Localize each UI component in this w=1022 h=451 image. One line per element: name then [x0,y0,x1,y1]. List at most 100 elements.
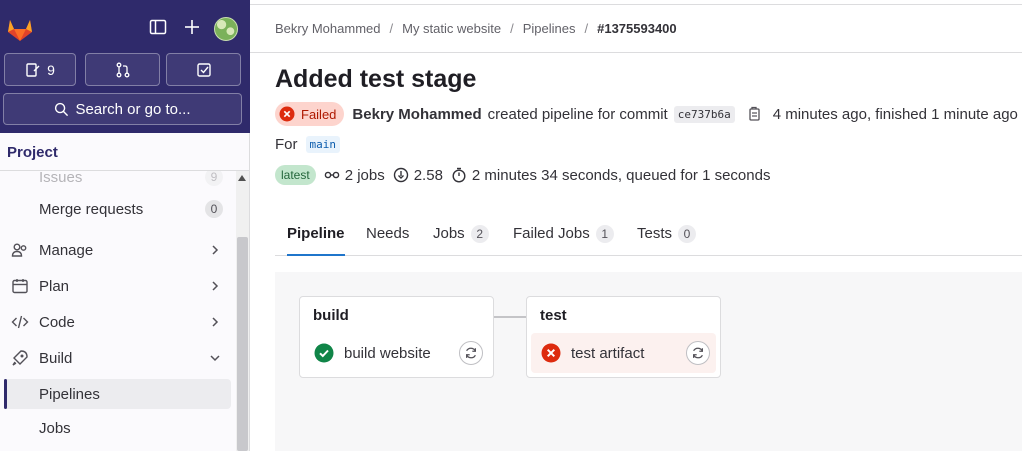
timer-icon [452,167,466,183]
issues-counter: 9 [47,61,55,78]
gitlab-logo-icon[interactable] [6,16,34,42]
breadcrumb-separator: / [584,21,589,36]
sidebar-item-label: Manage [39,241,94,259]
project-label: Project [7,144,58,161]
sidebar-toggle-icon[interactable] [148,17,168,37]
sidebar-item-merge-requests[interactable]: Merge requests 0 [4,194,231,224]
issues-count-badge: 9 [205,171,223,186]
breadcrumb-separator: / [389,21,394,36]
pipeline-info: Failed Bekry Mohammed created pipeline f… [275,101,1018,127]
merge-requests-button[interactable] [85,53,160,86]
breadcrumb-item[interactable]: My static website [402,21,501,36]
sidebar-item-plan[interactable]: Plan [4,271,231,301]
search-button[interactable]: Search or go to... [3,93,242,125]
copy-icon[interactable] [745,105,763,123]
jobs-count-meta: 2 jobs [324,167,385,184]
breadcrumb-separator: / [510,21,514,36]
stage-title: test [540,307,567,324]
gauge-icon [393,167,408,183]
sidebar-item-manage[interactable]: Manage [4,235,231,265]
sidebar-item-label: Jobs [39,419,71,437]
retry-icon [466,347,476,359]
score-value: 2.58 [413,166,443,184]
top-divider [250,4,1022,5]
pipeline-tabs: Pipeline Needs Jobs 2 Failed Jobs 1 Test… [275,212,1022,256]
scroll-up-arrow-icon[interactable] [238,175,246,181]
merge-requests-count-badge: 0 [205,200,223,218]
breadcrumb-item[interactable]: Bekry Mohammed [275,21,380,36]
rocket-icon [12,350,28,366]
pipeline-timing: 4 minutes ago, finished 1 minute ago [772,105,1018,123]
tab-label: Failed Jobs [513,225,590,242]
search-icon [55,102,69,116]
project-header: Project [0,133,249,171]
created-text: created pipeline for commit [487,105,668,123]
merge-request-icon [116,62,129,77]
stage-build: build build website [299,296,494,378]
tab-label: Pipeline [287,225,345,242]
tab-tests[interactable]: Tests 0 [637,212,697,255]
commit-sha[interactable]: ce737b6a [673,105,735,123]
breadcrumb-current[interactable]: #1375593400 [597,21,677,36]
sidebar-item-label: Pipelines [39,385,100,403]
chevron-down-icon [210,355,220,362]
chevron-right-icon [212,281,219,291]
sidebar-item-label: Build [39,349,73,367]
tab-label: Tests [637,225,673,242]
jobs-count: 2 jobs [344,166,385,184]
stage-test: test test artifact [526,296,721,378]
tab-needs[interactable]: Needs [366,212,409,255]
sidebar-item-label: Issues [39,171,83,186]
job-test-artifact[interactable]: test artifact [531,333,716,373]
pipeline-graph: build build website test test artifact [275,272,1022,451]
code-icon [11,315,29,329]
author-link[interactable]: Bekry Mohammed [352,106,481,123]
chevron-right-icon [212,317,219,327]
sidebar-nav: Issues 9 Merge requests 0 Manage Plan Co… [0,171,233,451]
gitlab-app: 9 Search or go to... Project Issues 9 Me… [0,0,1022,451]
breadcrumb: Bekry Mohammed / My static website / Pip… [275,21,677,36]
tab-pipeline[interactable]: Pipeline [287,212,345,256]
tab-count: 2 [470,224,489,243]
user-avatar[interactable] [214,17,238,41]
sidebar-item-code[interactable]: Code [4,307,231,337]
breadcrumb-divider [250,52,1022,53]
sidebar-top: 9 Search or go to... [0,0,250,133]
sidebar: 9 Search or go to... Project Issues 9 Me… [0,0,250,451]
todo-button[interactable] [166,53,241,86]
tab-count: 1 [595,224,614,243]
duration-text: 2 minutes 34 seconds, queued for 1 secon… [471,166,771,184]
calendar-icon [12,279,28,294]
sidebar-item-pipelines[interactable]: Pipelines [4,379,231,409]
tab-failed-jobs[interactable]: Failed Jobs 1 [513,212,614,255]
todo-icon [196,62,211,77]
latest-badge: latest [275,165,316,185]
status-failed-icon [279,106,295,122]
sidebar-item-label: Plan [39,277,70,295]
stage-connector [494,316,527,318]
sidebar-item-issues[interactable]: Issues 9 [4,171,231,192]
branch-link[interactable]: main [305,136,340,153]
job-build-website[interactable]: build website [304,333,489,373]
issues-icon [26,62,40,77]
sidebar-item-label: Code [39,313,75,331]
scrollbar-thumb[interactable] [237,237,248,451]
status-label: Failed [301,106,337,122]
status-failed-icon [541,343,561,363]
breadcrumb-item[interactable]: Pipelines [523,21,576,36]
sidebar-item-build[interactable]: Build [4,343,231,373]
plus-icon[interactable] [182,17,202,37]
branch-row: For main [275,136,340,153]
job-name: build website [344,344,431,362]
score-meta: 2.58 [393,167,443,184]
page-title: Added test stage [275,65,477,93]
issues-counter-button[interactable]: 9 [4,53,76,86]
search-placeholder: Search or go to... [75,100,191,118]
retry-job-button[interactable] [686,341,710,365]
retry-job-button[interactable] [459,341,483,365]
pipeline-icon [324,171,339,179]
sidebar-scrollbar[interactable] [236,171,249,451]
tab-jobs[interactable]: Jobs 2 [433,212,489,255]
status-badge[interactable]: Failed [275,102,345,126]
sidebar-item-jobs[interactable]: Jobs [4,413,231,443]
